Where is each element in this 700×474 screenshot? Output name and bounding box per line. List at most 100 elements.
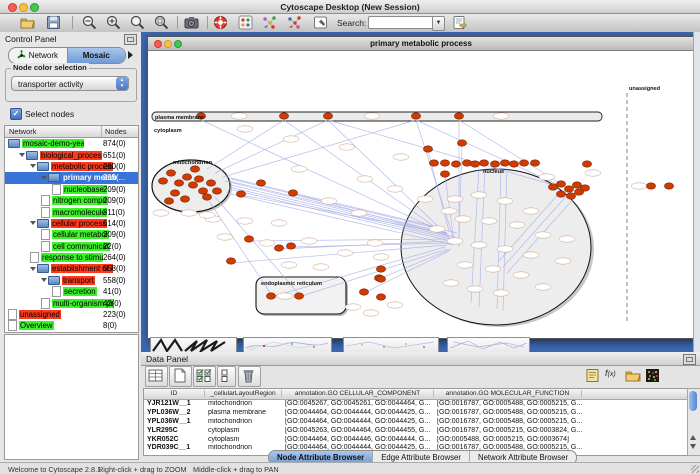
disclosure-triangle-icon[interactable] [41, 278, 47, 282]
select-nodes-label: Select nodes [25, 109, 74, 119]
annotation-icon[interactable] [313, 15, 328, 30]
label-cytoplasm: cytoplasm [154, 128, 182, 134]
scrollbar-thumb[interactable] [689, 391, 697, 411]
attribute-matrix-icon[interactable] [645, 368, 661, 383]
select-attributes-button[interactable] [193, 366, 216, 387]
unselect-attributes-button[interactable] [217, 366, 236, 387]
search-dropdown-icon[interactable]: ▼ [432, 16, 445, 31]
tab-network[interactable]: Network [9, 48, 67, 63]
zoom-fit-icon[interactable] [154, 15, 169, 30]
network-canvas[interactable]: plasma membranecytoplasmmitochondrionnuc… [149, 51, 692, 337]
network-node [226, 258, 235, 264]
tree-row[interactable]: cell communicat22(0) [5, 241, 138, 252]
disclosure-triangle-icon[interactable] [30, 164, 36, 168]
node-label-oval [393, 154, 409, 160]
tree-row[interactable]: nucleobase-209(0) [5, 184, 138, 195]
new-attribute-button[interactable] [169, 366, 192, 387]
tree-row[interactable]: unassigned223(0) [5, 309, 138, 320]
background-window-fragment[interactable] [150, 337, 237, 352]
select-nodes-checkbox[interactable]: ✓ [10, 108, 22, 120]
attribute-table-button[interactable] [145, 366, 168, 387]
table-row[interactable]: YPL036W__1mitochondrion[GO:0044464, GO:0… [144, 418, 687, 427]
table-row[interactable]: YLR295Ccytoplasm[GO:0045263, GO:0044464,… [144, 427, 687, 436]
import-attributes-icon[interactable] [625, 368, 641, 383]
table-column-header[interactable]: _cellularLayoutRegion [205, 390, 282, 397]
create-network-view-icon[interactable] [262, 15, 277, 30]
tree-row[interactable]: macromolecule311(0) [5, 206, 138, 217]
scroll-down-icon[interactable] [690, 444, 696, 449]
table-cell: [GO:0044464, GO:0044444, GO:0044425, G..… [282, 418, 434, 425]
table-column-header[interactable]: ID [144, 390, 205, 397]
node-color-dropdown[interactable]: transporter activity [11, 76, 129, 91]
tree-row[interactable]: nitrogen compo209(0) [5, 195, 138, 206]
file-icon [41, 241, 50, 252]
desktop-scrollbar[interactable] [693, 32, 700, 352]
tab-overflow-icon[interactable] [128, 51, 133, 59]
search-input[interactable] [368, 16, 434, 29]
search-options-icon[interactable] [452, 15, 467, 30]
tree-row[interactable]: transport558(0) [5, 275, 138, 286]
table-column-header[interactable]: annotation.GO MOLECULAR_FUNCTION [434, 390, 582, 397]
network-node [470, 161, 479, 167]
tree-node-count: 8(0) [103, 321, 117, 330]
tree-row[interactable]: cellular metabol209(0) [5, 229, 138, 240]
attribute-table-header[interactable]: ID_cellularLayoutRegionannotation.GO CEL… [144, 389, 687, 400]
table-column-header[interactable]: annotation.GO CELLULAR_COMPONENT [282, 390, 434, 397]
tree-column-network: Network [9, 127, 37, 136]
zoom-out-icon[interactable] [82, 15, 97, 30]
disclosure-triangle-icon[interactable] [30, 221, 36, 225]
tab-mosaic[interactable]: Mosaic [67, 48, 126, 63]
function-builder-icon[interactable]: f(x) [605, 368, 621, 383]
network-node [236, 191, 245, 197]
network-node [454, 113, 463, 119]
network-node [556, 181, 565, 187]
background-window-fragment[interactable] [243, 337, 332, 352]
network-node [279, 113, 288, 119]
network-tree: Network Nodes mosaic-demo-yeast874(0)bio… [4, 125, 139, 333]
node-color-selection-legend: Node color selection [11, 63, 89, 72]
tree-row[interactable]: secretion41(0) [5, 286, 138, 297]
table-row[interactable]: YJR121W__1mitochondrion[GO:0045267, GO:0… [144, 400, 687, 409]
resize-grip[interactable] [691, 465, 699, 473]
disclosure-triangle-icon[interactable] [19, 153, 25, 157]
tree-row[interactable]: multi-organism pro42(0) [5, 297, 138, 308]
tree-row[interactable]: establishment of lo558(0) [5, 263, 138, 274]
background-window-fragment[interactable] [343, 337, 439, 352]
zoom-in-icon[interactable] [106, 15, 121, 30]
tree-row[interactable]: primary metab209(... [5, 172, 138, 183]
network-view-window[interactable]: primary metabolic process plasma membran… [147, 36, 695, 339]
table-row[interactable]: YPL036W__2plasma membrane[GO:0044464, GO… [144, 409, 687, 418]
help-icon[interactable] [213, 15, 228, 30]
destroy-network-view-icon[interactable] [287, 15, 302, 30]
tree-row[interactable]: cellular process614(0) [5, 218, 138, 229]
tree-row[interactable]: mosaic-demo-yeast874(0) [5, 138, 138, 149]
table-scrollbar[interactable] [687, 388, 700, 456]
attribute-table[interactable]: ID_cellularLayoutRegionannotation.GO CEL… [143, 388, 688, 456]
tree-row[interactable]: metabolic process280(0) [5, 161, 138, 172]
network-window-titlebar[interactable]: primary metabolic process [148, 37, 694, 51]
table-row[interactable]: YKR052Ccytoplasm[GO:0044464, GO:0044446,… [144, 436, 687, 445]
float-panel-icon[interactable] [683, 354, 696, 365]
vizmapper-icon[interactable] [238, 15, 253, 30]
node-label-oval [539, 174, 555, 180]
tree-row[interactable]: Overview8(0) [5, 320, 138, 331]
float-panel-icon[interactable] [124, 34, 137, 45]
zoom-selected-icon[interactable] [130, 15, 145, 30]
attribute-batch-icon[interactable] [585, 368, 601, 383]
delete-attribute-button[interactable] [238, 366, 261, 387]
tree-node-label: unassigned [19, 310, 61, 319]
network-node [440, 171, 449, 177]
open-session-icon[interactable] [20, 15, 35, 30]
disclosure-triangle-icon[interactable] [30, 267, 36, 271]
snapshot-icon[interactable] [184, 15, 199, 30]
node-label-oval [237, 218, 253, 224]
disclosure-triangle-icon[interactable] [41, 176, 47, 180]
data-panel: Data Panel f(x) ID_cellularLayoutRegiona… [141, 352, 700, 462]
save-session-icon[interactable] [46, 15, 61, 30]
tree-row[interactable]: biological_process651(0) [5, 149, 138, 160]
tree-row[interactable]: response to stimulu264(0) [5, 252, 138, 263]
scroll-up-icon[interactable] [690, 435, 696, 440]
dropdown-stepper-icon[interactable]: ▲▼ [116, 77, 128, 90]
background-window-fragment[interactable] [447, 337, 530, 352]
network-node [206, 180, 215, 186]
